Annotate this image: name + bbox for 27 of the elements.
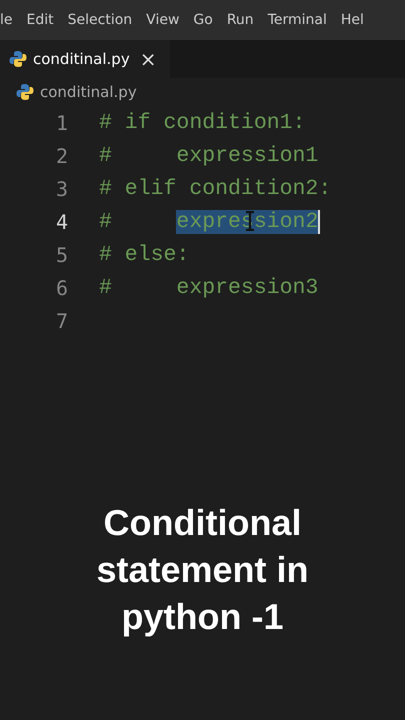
menu-item[interactable]: Go: [186, 12, 220, 28]
menu-item[interactable]: Selection: [60, 12, 140, 28]
code-line: # expression3: [99, 276, 318, 300]
breadcrumb-item[interactable]: conditinal.py: [40, 83, 137, 101]
line-number: 7: [54, 308, 68, 332]
menu-item[interactable]: View: [139, 12, 186, 28]
line-number: 2: [54, 144, 68, 168]
line-number: 4: [54, 210, 68, 234]
python-icon: [9, 50, 27, 68]
menu-item[interactable]: Edit: [20, 12, 61, 28]
code-line: # if condition1:: [99, 110, 306, 134]
menu-item[interactable]: Terminal: [260, 12, 334, 28]
close-button[interactable]: ×: [140, 49, 156, 69]
menu-item[interactable]: Hel: [334, 12, 371, 28]
code-line: # elif condition2:: [99, 176, 332, 200]
line-number: 6: [54, 276, 68, 300]
video-caption: Conditional statement in python -1: [95, 501, 310, 639]
code-line: # expression1: [99, 144, 318, 168]
line-number: 1: [54, 110, 68, 134]
line-number: 5: [54, 242, 68, 266]
python-icon: [16, 83, 34, 101]
editor-tab[interactable]: conditinal.py ×: [0, 40, 170, 78]
tab-label: conditinal.py: [33, 50, 130, 68]
line-number: 3: [54, 176, 68, 200]
code-line: # else:: [99, 242, 190, 266]
menu-item[interactable]: le: [0, 12, 20, 28]
menu-item[interactable]: Run: [220, 12, 261, 28]
